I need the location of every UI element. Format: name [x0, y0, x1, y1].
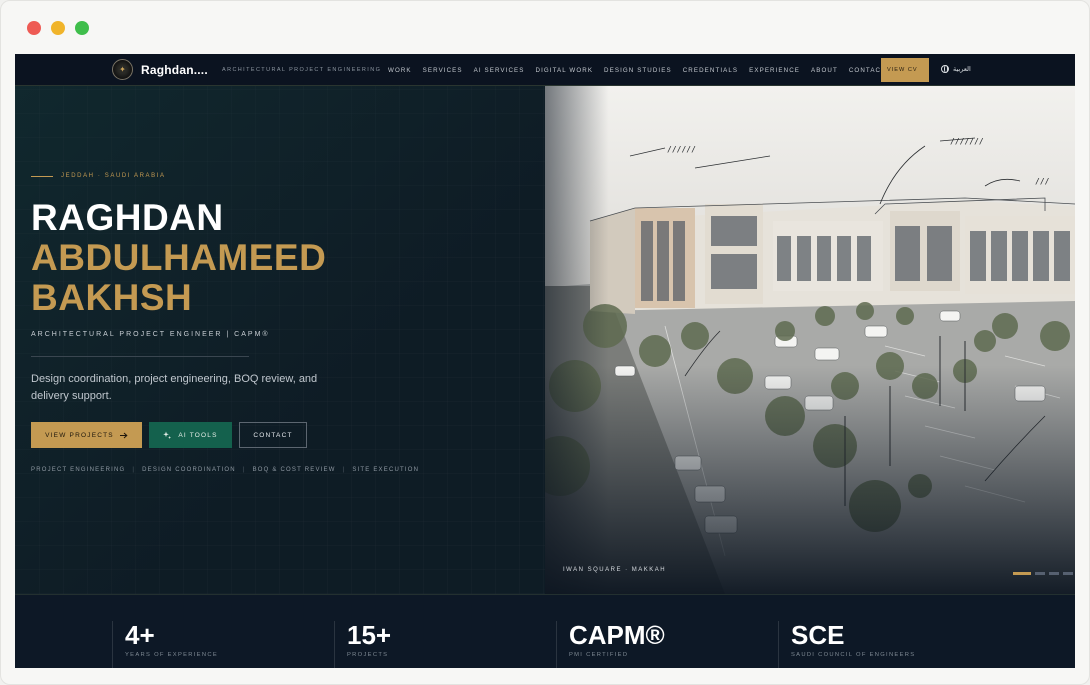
nav-link-about[interactable]: ABOUT [811, 67, 838, 74]
hero-name-middle: ABDULHAMEED [31, 237, 327, 278]
window-controls [27, 21, 89, 35]
sparkle-icon [163, 431, 172, 439]
hero-intro: JEDDAH · SAUDI ARABIA RAGHDAN ABDULHAMEE… [15, 86, 545, 594]
view-projects-button[interactable]: VIEW PROJECTS [31, 422, 142, 448]
stat-label: YEARS OF EXPERIENCE [125, 652, 218, 658]
language-label: العربية [953, 66, 971, 73]
view-cv-button[interactable]: VIEW CV [881, 58, 929, 82]
stat-value: CAPM® [569, 620, 665, 650]
browser-window: ✦ Raghdan.... ARCHITECTURAL PROJECT ENGI… [0, 0, 1090, 685]
skill-tag: SITE EXECUTION [352, 467, 420, 473]
tag-separator: | [132, 467, 136, 473]
architecture-sketch-illustration: //////////////// [545, 86, 1075, 594]
view-cv-label: VIEW CV [887, 67, 918, 73]
language-switch[interactable]: العربية [941, 65, 971, 73]
arrow-right-icon [119, 432, 128, 438]
slide-indicator-3[interactable] [1049, 572, 1059, 575]
minimize-window-button[interactable] [51, 21, 65, 35]
hero-role: ARCHITECTURAL PROJECT ENGINEER | CAPM® [31, 331, 270, 338]
hero-actions: VIEW PROJECTS AI TOOLS CONTACT [31, 422, 307, 448]
location-row: JEDDAH · SAUDI ARABIA [31, 173, 166, 179]
hero-divider [31, 356, 249, 357]
nav-links: WORK SERVICES AI SERVICES DIGITAL WORK D… [388, 67, 886, 74]
nav-link-services[interactable]: SERVICES [423, 67, 463, 74]
slide-indicator-1[interactable] [1013, 572, 1031, 575]
stat-label: PROJECTS [347, 652, 389, 658]
slide-indicators [1013, 572, 1073, 575]
stat-label: SAUDI COUNCIL OF ENGINEERS [791, 652, 916, 658]
top-navigation: ✦ Raghdan.... ARCHITECTURAL PROJECT ENGI… [15, 54, 1075, 86]
stat-certification: CAPM® PMI CERTIFIED [556, 621, 771, 668]
nav-tagline: ARCHITECTURAL PROJECT ENGINEERING [222, 67, 382, 73]
globe-icon [941, 65, 949, 73]
location-rule [31, 175, 53, 177]
stats-bar: 4+ YEARS OF EXPERIENCE 15+ PROJECTS CAPM… [15, 594, 1075, 668]
close-window-button[interactable] [27, 21, 41, 35]
stat-council: SCE SAUDI COUNCIL OF ENGINEERS [778, 621, 993, 668]
stat-experience: 4+ YEARS OF EXPERIENCE [112, 621, 327, 668]
skill-tags: PROJECT ENGINEERING | DESIGN COORDINATIO… [31, 467, 419, 473]
hero-name: RAGHDAN ABDULHAMEED BAKHSH [31, 198, 326, 318]
contact-button[interactable]: CONTACT [239, 422, 307, 448]
stat-projects: 15+ PROJECTS [334, 621, 549, 668]
slide-indicator-2[interactable] [1035, 572, 1045, 575]
ai-tools-button[interactable]: AI TOOLS [149, 422, 232, 448]
stat-value: SCE [791, 620, 845, 650]
nav-link-experience[interactable]: EXPERIENCE [749, 67, 800, 74]
nav-link-ai-services[interactable]: AI SERVICES [474, 67, 525, 74]
tag-separator: | [342, 467, 346, 473]
view-projects-label: VIEW PROJECTS [45, 431, 114, 439]
logo-emblem-icon: ✦ [112, 59, 133, 80]
logo-text: Raghdan.... [141, 62, 208, 77]
ai-tools-label: AI TOOLS [178, 431, 218, 439]
hero-name-last: BAKHSH [31, 277, 193, 318]
stat-value: 4+ [125, 620, 155, 650]
contact-label: CONTACT [253, 431, 293, 439]
image-caption: IWAN SQUARE · MAKKAH [563, 567, 667, 573]
nav-link-credentials[interactable]: CREDENTIALS [683, 67, 738, 74]
hero-name-first: RAGHDAN [31, 197, 224, 238]
nav-link-digital-work[interactable]: DIGITAL WORK [536, 67, 594, 74]
site-logo[interactable]: ✦ Raghdan.... [112, 59, 208, 80]
skill-tag: BOQ & COST REVIEW [252, 467, 336, 473]
location-label: JEDDAH · SAUDI ARABIA [61, 173, 166, 179]
nav-link-design-studies[interactable]: DESIGN STUDIES [604, 67, 672, 74]
tag-separator: | [242, 467, 246, 473]
skill-tag: PROJECT ENGINEERING [31, 467, 126, 473]
page-viewport: ✦ Raghdan.... ARCHITECTURAL PROJECT ENGI… [15, 54, 1075, 668]
hero-description: Design coordination, project engineering… [31, 373, 318, 402]
stat-label: PMI CERTIFIED [569, 652, 629, 658]
nav-link-work[interactable]: WORK [388, 67, 412, 74]
hero-project-image: //////////////// IWAN SQUARE · MAKKAH [545, 86, 1075, 594]
slide-indicator-4[interactable] [1063, 572, 1073, 575]
stat-value: 15+ [347, 620, 392, 650]
skill-tag: DESIGN COORDINATION [142, 467, 236, 473]
maximize-window-button[interactable] [75, 21, 89, 35]
